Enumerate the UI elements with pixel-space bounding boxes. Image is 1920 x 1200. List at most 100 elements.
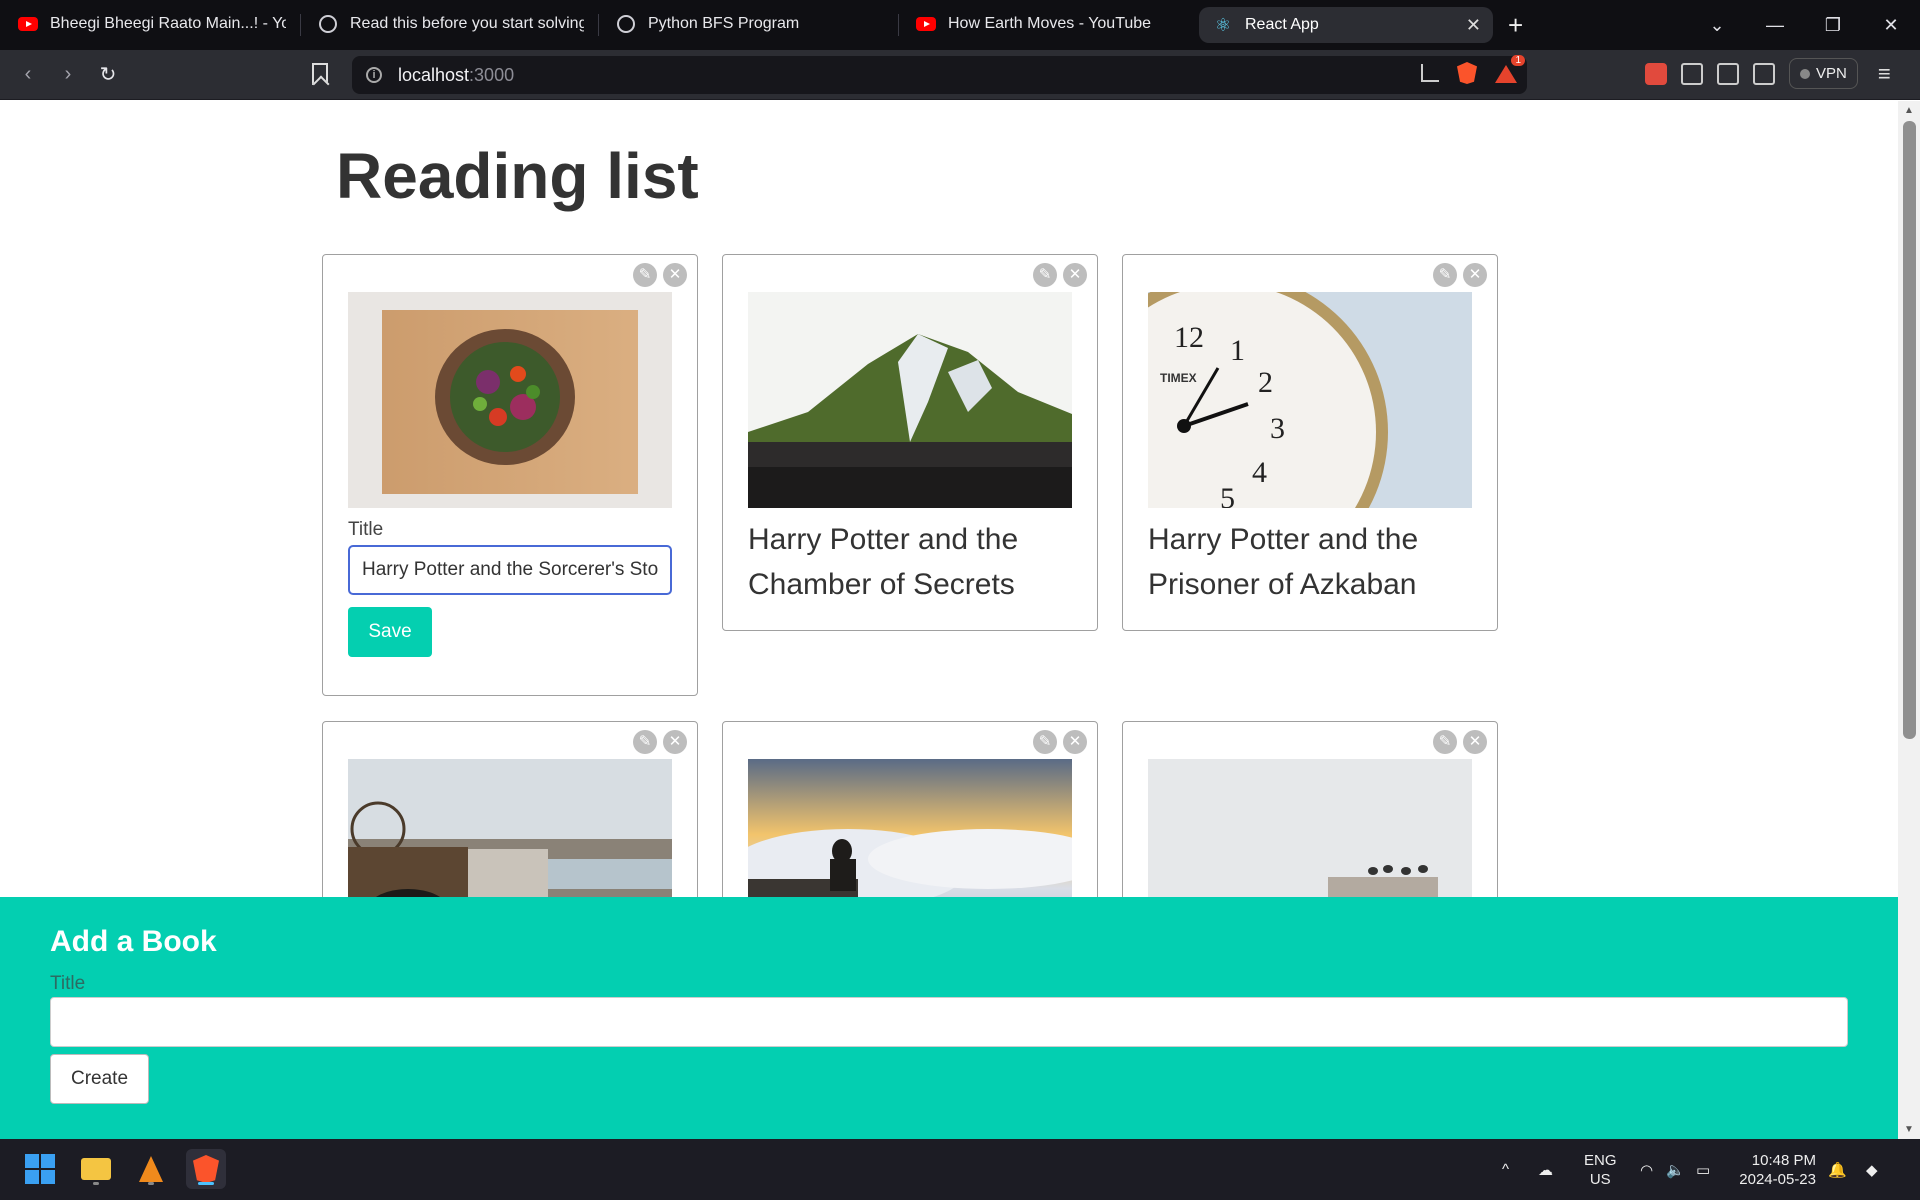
share-icon[interactable] [1421,64,1439,82]
tab-search-icon[interactable]: ⌄ [1688,15,1746,36]
vlc-button[interactable] [131,1149,171,1189]
browser-tab[interactable]: Python BFS Program [602,6,896,42]
notification-bell-icon[interactable]: 🔔 [1828,1139,1847,1200]
language-indicator[interactable]: ENG US [1584,1151,1617,1189]
url-host: localhost [398,64,470,85]
browser-tab[interactable]: Read this before you start solving pr [304,6,596,42]
scroll-thumb[interactable] [1903,121,1916,739]
tab-title: Read this before you start solving pr [350,15,584,32]
clock-date: 2024-05-23 [1739,1171,1816,1188]
extensions-puzzle-icon[interactable] [1681,62,1703,85]
close-tab-icon[interactable]: ✕ [1466,15,1481,36]
taskbar: ^ ☁ ENG US ◠ 🔈 ▭ 10:48 PM 2024-05-23 🔔 ◆ [0,1139,1920,1200]
volume-icon[interactable]: 🔈 [1666,1139,1685,1200]
book-image [348,292,672,508]
save-button[interactable]: Save [348,607,432,657]
youtube-icon [18,14,38,34]
bookmark-icon[interactable] [312,63,328,85]
window-close-icon[interactable]: ✕ [1862,15,1920,36]
pencil-icon[interactable]: ✎ [633,730,657,754]
vlc-icon [139,1156,163,1182]
folder-icon [81,1158,111,1180]
close-icon[interactable]: ✕ [663,730,687,754]
brave-button[interactable] [186,1149,226,1189]
battery-icon[interactable]: ▭ [1696,1139,1710,1200]
tab-title: Python BFS Program [648,15,800,32]
svg-text:1: 1 [1230,334,1245,367]
minimize-icon[interactable]: — [1746,15,1804,36]
book-card: ✎ ✕ 12 1 2 345 TIMEX Harry Potter and the … [1122,254,1498,631]
book-title: Harry Potter and the Prisoner of Azkaban [1148,523,1419,601]
back-icon[interactable]: ‹ [8,63,48,86]
pencil-icon[interactable]: ✎ [1433,730,1457,754]
book-card: ✎ ✕ Title Save [322,254,698,696]
clock[interactable]: 10:48 PM 2024-05-23 [1738,1151,1816,1189]
extension-icon[interactable] [1645,62,1667,85]
new-tab-icon[interactable]: + [1508,10,1523,41]
create-button[interactable]: Create [50,1054,149,1104]
close-icon[interactable]: ✕ [1063,263,1087,287]
file-explorer-button[interactable] [76,1149,116,1189]
url-port: :3000 [469,64,515,85]
svg-text:12: 12 [1174,321,1204,354]
openai-icon [616,14,636,34]
copilot-icon[interactable]: ◆ [1866,1139,1878,1200]
book-title: Harry Potter and the Chamber of Secrets [748,523,1019,601]
browser-tab[interactable]: How Earth Moves - YouTube [902,6,1196,42]
page-title: Reading list [336,140,699,212]
close-icon[interactable]: ✕ [1463,263,1487,287]
tab-title: Bheegi Bheegi Raato Main...! - YouTu [50,15,286,32]
start-button[interactable] [20,1149,60,1189]
vpn-status-icon [1800,68,1810,79]
reload-icon[interactable]: ↻ [88,62,128,87]
tab-title: React App [1245,16,1319,33]
pencil-icon[interactable]: ✎ [1433,263,1457,287]
sidebar-icon[interactable] [1717,62,1739,85]
book-image: 12 1 2 345 TIMEX [1148,292,1472,508]
pencil-icon[interactable]: ✎ [1033,263,1057,287]
vpn-label: VPN [1816,65,1847,82]
book-image [748,292,1072,508]
close-icon[interactable]: ✕ [663,263,687,287]
add-book-heading: Add a Book [50,925,217,958]
svg-text:TIMEX: TIMEX [1160,371,1197,385]
tab-title: How Earth Moves - YouTube [948,15,1152,32]
browser-toolbar: ‹ › ↻ i localhost:3000 1 VPN ≡ [0,50,1920,100]
react-icon: ⚛ [1214,14,1232,35]
onedrive-icon[interactable]: ☁ [1538,1139,1553,1200]
book-card: ✎ ✕ Harry Potter and the Chamber of Secr… [722,254,1098,631]
ring-icon [318,14,338,34]
scroll-down-icon[interactable]: ▼ [1904,1124,1914,1135]
svg-text:5: 5 [1220,482,1235,508]
restore-icon[interactable]: ❐ [1804,15,1862,36]
forward-icon[interactable]: › [48,63,88,86]
wifi-icon[interactable]: ◠ [1640,1139,1653,1200]
youtube-icon [916,14,936,34]
edit-title-input[interactable] [348,545,672,595]
close-icon[interactable]: ✕ [1463,730,1487,754]
add-title-label: Title [50,973,86,994]
add-title-input[interactable] [50,997,1848,1047]
pencil-icon[interactable]: ✎ [633,263,657,287]
show-hidden-icons[interactable]: ^ [1502,1139,1509,1200]
browser-tab-active[interactable]: ⚛ React App ✕ [1199,7,1493,43]
notification-badge: 1 [1511,55,1525,66]
window-controls: ⌄ — ❐ ✕ [1688,0,1920,50]
language-code: ENG [1584,1152,1617,1169]
address-bar[interactable]: i localhost:3000 1 [352,55,1527,94]
scroll-up-icon[interactable]: ▲ [1904,105,1914,116]
pencil-icon[interactable]: ✎ [1033,730,1057,754]
clock-time: 10:48 PM [1751,1152,1816,1169]
browser-tab-strip: Bheegi Bheegi Raato Main...! - YouTu Rea… [0,0,1920,50]
close-icon[interactable]: ✕ [1063,730,1087,754]
brave-shields-icon[interactable] [1457,62,1477,84]
browser-tab[interactable]: Bheegi Bheegi Raato Main...! - YouTu [4,6,298,42]
windows-icon [25,1154,55,1184]
svg-text:4: 4 [1252,456,1267,489]
menu-icon[interactable]: ≡ [1878,61,1891,87]
vpn-button[interactable]: VPN [1789,58,1858,89]
site-info-icon[interactable]: i [366,67,382,83]
wallet-icon[interactable] [1753,62,1775,85]
page-scrollbar[interactable]: ▲ ▼ [1898,101,1920,1139]
brave-rewards-icon[interactable]: 1 [1495,55,1525,83]
